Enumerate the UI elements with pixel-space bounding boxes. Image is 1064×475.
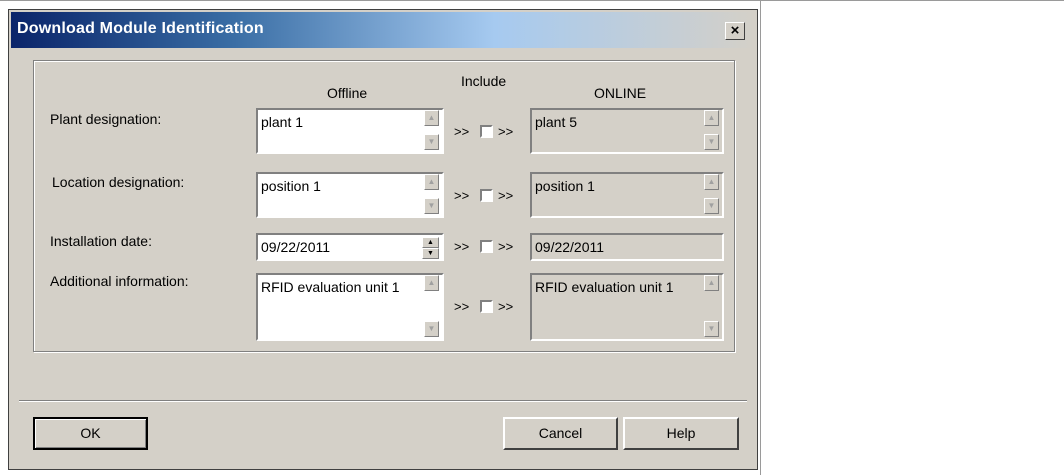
installation-date-spinner[interactable]: ▲ ▼	[422, 237, 439, 259]
location-designation-online-value: position 1	[535, 178, 595, 194]
additional-information-label: Additional information:	[50, 273, 189, 289]
close-button[interactable]: ×	[725, 22, 745, 40]
include-arrow-left: >>	[454, 299, 470, 314]
installation-date-label: Installation date:	[50, 233, 152, 249]
include-arrow-left: >>	[454, 188, 470, 203]
additional-information-online-field: RFID evaluation unit 1 ▲ ▼	[530, 273, 724, 341]
scroll-up-arrow-icon[interactable]: ▲	[704, 275, 719, 291]
close-icon: ×	[730, 22, 740, 39]
button-separator	[19, 400, 747, 402]
location-designation-label: Location designation:	[52, 174, 185, 190]
scroll-up-arrow-icon[interactable]: ▲	[424, 110, 439, 126]
plant-designation-online-value: plant 5	[535, 114, 578, 130]
include-arrow-right: >>	[498, 299, 514, 314]
cancel-button-label: Cancel	[538, 425, 583, 441]
location-designation-offline-field[interactable]: position 1 ▲ ▼	[256, 172, 444, 218]
installation-date-include-checkbox[interactable]	[480, 240, 493, 253]
scroll-down-arrow-icon[interactable]: ▼	[424, 134, 439, 150]
offline-column-header: Offline	[327, 85, 368, 101]
include-arrow-right: >>	[498, 124, 514, 139]
plant-designation-label: Plant designation:	[50, 111, 162, 127]
location-designation-include-checkbox[interactable]	[480, 189, 493, 202]
dialog-title: Download Module Identification	[17, 20, 264, 37]
installation-date-offline-field[interactable]: 09/22/2011 ▲ ▼	[256, 233, 444, 261]
scroll-up-arrow-icon[interactable]: ▲	[704, 174, 719, 190]
scroll-up-arrow-icon[interactable]: ▲	[424, 174, 439, 190]
plant-designation-offline-field[interactable]: plant 1 ▲ ▼	[256, 108, 444, 154]
download-module-identification-dialog: Download Module Identification × Offline…	[8, 9, 758, 470]
include-arrow-left: >>	[454, 239, 470, 254]
location-designation-online-field: position 1 ▲ ▼	[530, 172, 724, 218]
plant-designation-online-field: plant 5 ▲ ▼	[530, 108, 724, 154]
additional-information-offline-value: RFID evaluation unit 1	[261, 279, 400, 295]
include-arrow-right: >>	[498, 188, 514, 203]
additional-information-online-value: RFID evaluation unit 1	[535, 279, 674, 295]
scroll-up-arrow-icon[interactable]: ▲	[424, 275, 439, 291]
page-right-border	[760, 0, 761, 475]
scroll-up-arrow-icon[interactable]: ▲	[704, 110, 719, 126]
help-button[interactable]: Help	[623, 417, 739, 450]
additional-information-offline-field[interactable]: RFID evaluation unit 1 ▲ ▼	[256, 273, 444, 341]
scroll-down-arrow-icon[interactable]: ▼	[424, 198, 439, 214]
scroll-down-arrow-icon[interactable]: ▼	[704, 321, 719, 337]
spin-up-icon[interactable]: ▲	[422, 237, 439, 248]
title-bar: Download Module Identification ×	[11, 12, 755, 48]
scroll-down-arrow-icon[interactable]: ▼	[704, 134, 719, 150]
additional-information-include-checkbox[interactable]	[480, 300, 493, 313]
scroll-down-arrow-icon[interactable]: ▼	[424, 321, 439, 337]
scroll-down-arrow-icon[interactable]: ▼	[704, 198, 719, 214]
ok-button-label: OK	[80, 425, 101, 441]
spin-down-icon[interactable]: ▼	[422, 248, 439, 259]
page-top-border	[0, 0, 1064, 1]
cancel-button[interactable]: Cancel	[503, 417, 618, 450]
installation-date-offline-value: 09/22/2011	[261, 239, 331, 255]
help-button-label: Help	[666, 425, 696, 441]
include-column-header: Include	[461, 73, 507, 89]
plant-designation-include-checkbox[interactable]	[480, 125, 493, 138]
include-arrow-right: >>	[498, 239, 514, 254]
identification-group: Offline Include ONLINE Plant designation…	[33, 60, 735, 352]
online-column-header: ONLINE	[594, 85, 647, 101]
plant-designation-offline-value: plant 1	[261, 114, 304, 130]
location-designation-offline-value: position 1	[261, 178, 321, 194]
installation-date-online-field: 09/22/2011	[530, 233, 724, 261]
installation-date-online-value: 09/22/2011	[535, 239, 605, 255]
ok-button[interactable]: OK	[33, 417, 148, 450]
include-arrow-left: >>	[454, 124, 470, 139]
